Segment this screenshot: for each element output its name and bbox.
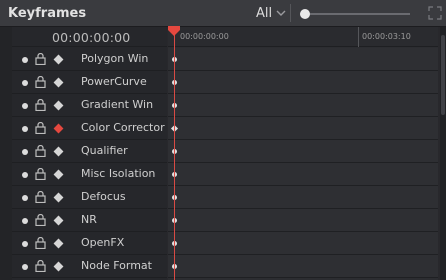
diamond-icon[interactable] bbox=[53, 100, 64, 111]
track-row[interactable]: Color Corrector bbox=[12, 117, 167, 140]
panel-header: Keyframes All bbox=[0, 0, 446, 27]
ruler-start-label: 00:00:00:00 bbox=[180, 32, 229, 41]
zoom-slider-track[interactable] bbox=[300, 13, 410, 15]
lock-icon[interactable] bbox=[35, 214, 46, 226]
lock-icon[interactable] bbox=[35, 122, 46, 134]
dot-icon[interactable] bbox=[22, 126, 28, 132]
track-row[interactable]: PowerCurve bbox=[12, 71, 167, 94]
track-label: Gradient Win bbox=[81, 98, 154, 111]
track-list: 00:00:00:00 Polygon Win PowerCurve Gradien… bbox=[12, 27, 167, 280]
track-row[interactable]: Defocus bbox=[12, 186, 167, 209]
timeline-row[interactable] bbox=[168, 94, 438, 117]
panel-title: Keyframes bbox=[8, 6, 87, 21]
header-divider bbox=[290, 4, 291, 22]
chevron-down-icon[interactable] bbox=[275, 8, 287, 18]
dot-icon[interactable] bbox=[22, 149, 28, 155]
lock-icon[interactable] bbox=[35, 145, 46, 157]
dot-icon[interactable] bbox=[22, 57, 28, 63]
vertical-scrollbar[interactable] bbox=[440, 27, 446, 280]
timecode-display: 00:00:00:00 bbox=[12, 27, 167, 47]
track-label: Color Corrector bbox=[81, 121, 165, 134]
diamond-icon[interactable] bbox=[53, 192, 64, 203]
timeline-area[interactable]: 00:00:00:00 00:00:03:10 bbox=[168, 27, 438, 280]
track-label: NR bbox=[81, 213, 97, 226]
track-label: Misc Isolation bbox=[81, 167, 156, 180]
diamond-icon[interactable] bbox=[53, 261, 64, 272]
timeline-row[interactable] bbox=[168, 71, 438, 94]
diamond-icon[interactable] bbox=[53, 146, 64, 157]
timeline-row[interactable] bbox=[168, 209, 438, 232]
zoom-slider-handle[interactable] bbox=[300, 9, 310, 19]
dot-icon[interactable] bbox=[22, 195, 28, 201]
playhead-line[interactable] bbox=[174, 30, 175, 280]
timeline-row[interactable] bbox=[168, 117, 438, 140]
lock-icon[interactable] bbox=[35, 260, 46, 272]
dot-icon[interactable] bbox=[22, 218, 28, 224]
scrollbar-thumb[interactable] bbox=[441, 35, 445, 115]
playhead-handle[interactable] bbox=[167, 26, 181, 36]
diamond-icon[interactable] bbox=[53, 215, 64, 226]
track-row[interactable]: Node Format bbox=[12, 255, 167, 278]
dot-icon[interactable] bbox=[22, 80, 28, 86]
track-row[interactable]: NR bbox=[12, 209, 167, 232]
track-label: PowerCurve bbox=[81, 75, 147, 88]
track-row[interactable]: OpenFX bbox=[12, 232, 167, 255]
timeline-row[interactable] bbox=[168, 140, 438, 163]
timecode-text: 00:00:00:00 bbox=[52, 30, 131, 45]
lock-icon[interactable] bbox=[35, 237, 46, 249]
keyframes-panel: Keyframes All 00:00:00:00 Polygon Win Pow… bbox=[0, 0, 446, 280]
diamond-icon[interactable] bbox=[53, 54, 64, 65]
lock-icon[interactable] bbox=[35, 168, 46, 180]
timeline-row[interactable] bbox=[168, 163, 438, 186]
diamond-icon[interactable] bbox=[53, 123, 64, 134]
track-label: Qualifier bbox=[81, 144, 128, 157]
lock-icon[interactable] bbox=[35, 191, 46, 203]
dot-icon[interactable] bbox=[22, 172, 28, 178]
track-row[interactable]: Polygon Win bbox=[12, 48, 167, 71]
track-row[interactable]: Qualifier bbox=[12, 140, 167, 163]
timeline-row[interactable] bbox=[168, 186, 438, 209]
lock-icon[interactable] bbox=[35, 99, 46, 111]
expand-icon[interactable] bbox=[428, 6, 442, 20]
timeline-row[interactable] bbox=[168, 48, 438, 71]
diamond-icon[interactable] bbox=[53, 238, 64, 249]
ruler-end-label: 00:00:03:10 bbox=[362, 32, 411, 41]
diamond-icon[interactable] bbox=[53, 77, 64, 88]
dot-icon[interactable] bbox=[22, 241, 28, 247]
timeline-row[interactable] bbox=[168, 255, 438, 278]
track-label: Node Format bbox=[81, 259, 152, 272]
track-label: Defocus bbox=[81, 190, 126, 203]
ruler-major-tick bbox=[358, 27, 359, 47]
track-row[interactable]: Misc Isolation bbox=[12, 163, 167, 186]
track-label: OpenFX bbox=[81, 236, 125, 249]
left-gutter bbox=[0, 27, 12, 280]
track-label: Polygon Win bbox=[81, 52, 149, 65]
filter-dropdown-value[interactable]: All bbox=[256, 6, 272, 21]
timeline-row[interactable] bbox=[168, 232, 438, 255]
track-row[interactable]: Gradient Win bbox=[12, 94, 167, 117]
dot-icon[interactable] bbox=[22, 264, 28, 270]
lock-icon[interactable] bbox=[35, 53, 46, 65]
lock-icon[interactable] bbox=[35, 76, 46, 88]
dot-icon[interactable] bbox=[22, 103, 28, 109]
diamond-icon[interactable] bbox=[53, 169, 64, 180]
timeline-ruler[interactable]: 00:00:00:00 00:00:03:10 bbox=[168, 27, 438, 47]
